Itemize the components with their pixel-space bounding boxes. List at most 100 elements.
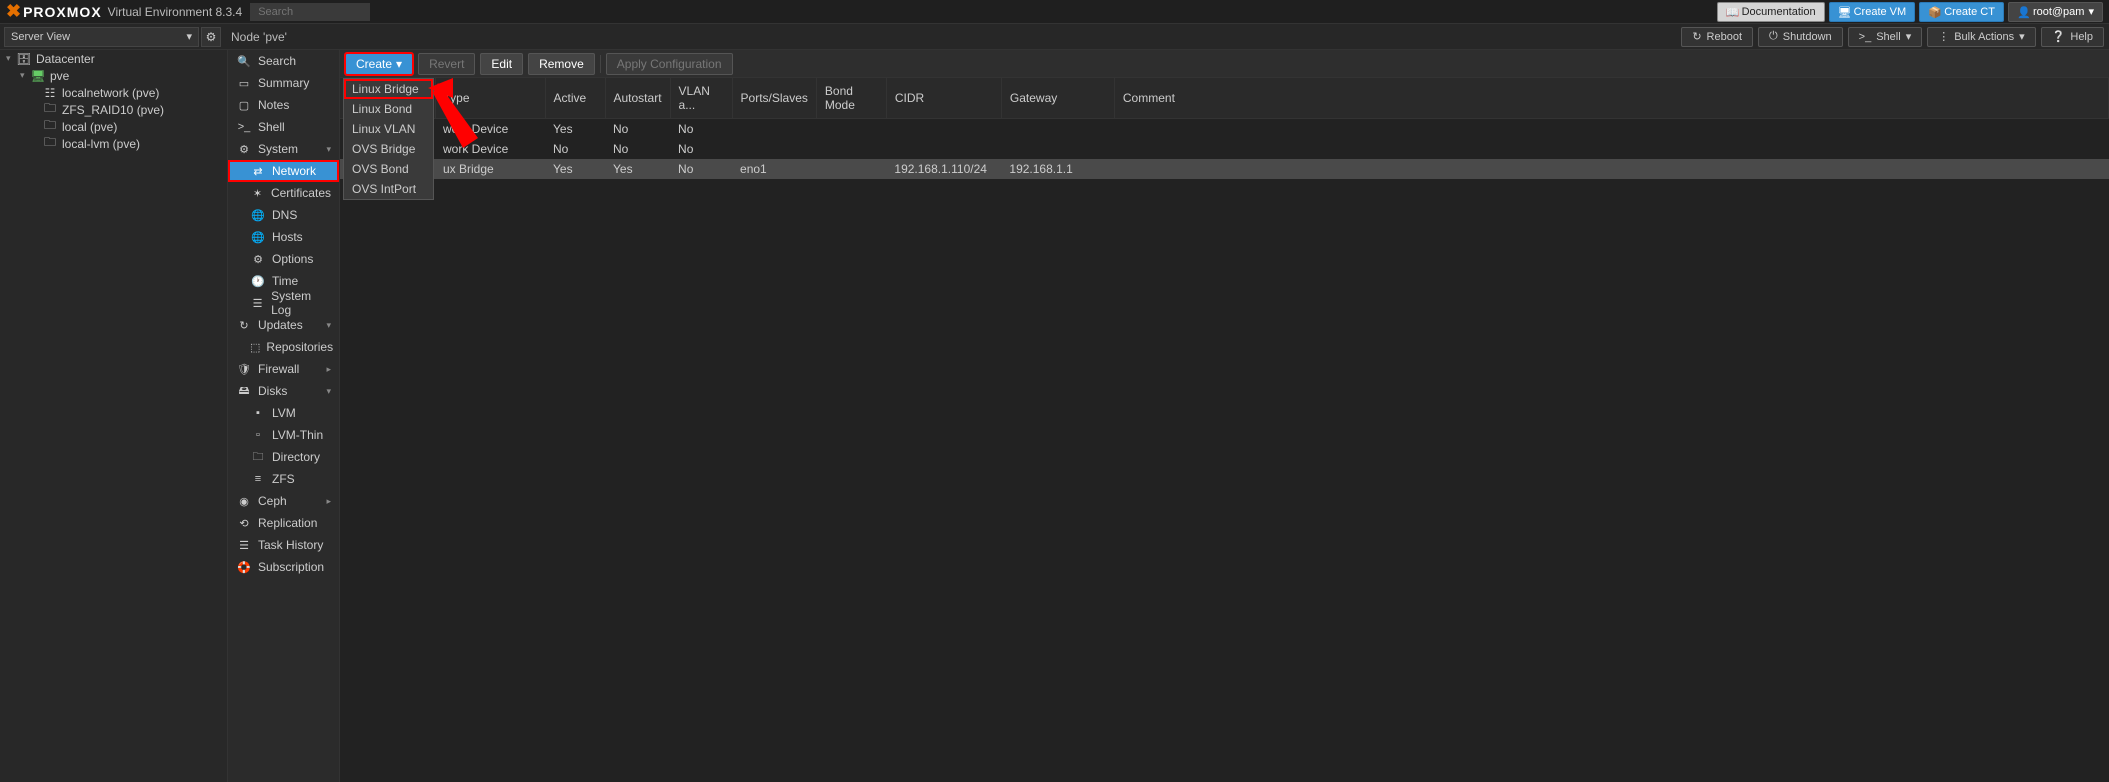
create-vm-button[interactable]: 🖥Create VM (1829, 2, 1916, 22)
folder-icon: 🗀 (250, 448, 266, 467)
col-cidr[interactable]: CIDR (886, 78, 1001, 119)
dropdown-linux-bridge[interactable]: Linux Bridge (344, 79, 433, 99)
book-icon: 📖 (1726, 6, 1738, 18)
col-autostart[interactable]: Autostart (605, 78, 670, 119)
col-vlan[interactable]: VLAN a... (670, 78, 732, 119)
tree-storage-local[interactable]: 🗀local (pve) (0, 118, 227, 135)
menu-syslog[interactable]: ☰System Log (228, 292, 339, 314)
menu-icon: ⋮ (1938, 30, 1949, 43)
tree-storage-zfs[interactable]: 🗀ZFS_RAID10 (pve) (0, 101, 227, 118)
create-ct-button[interactable]: 📦Create CT (1919, 2, 2004, 22)
table-row[interactable]: ux Bridge Yes Yes No eno1 192.168.1.110/… (340, 159, 2109, 179)
menu-subscription[interactable]: 🛟Subscription (228, 556, 339, 578)
menu-repositories[interactable]: ⬚Repositories (228, 336, 339, 358)
square-icon: ▪ (250, 407, 266, 419)
menu-notes[interactable]: ▢Notes (228, 94, 339, 116)
network-icon: ⇄ (250, 165, 266, 178)
menu-summary[interactable]: ▭Summary (228, 72, 339, 94)
globe-icon: 🌐 (250, 231, 266, 244)
revert-button[interactable]: Revert (418, 53, 475, 75)
tree-storage-localnetwork[interactable]: ☷localnetwork (pve) (0, 84, 227, 101)
chevron-down-icon: ▾ (326, 320, 331, 331)
collapse-icon[interactable]: ▾ (6, 53, 16, 64)
menu-zfs[interactable]: ≡ZFS (228, 468, 339, 490)
menu-dns[interactable]: 🌐DNS (228, 204, 339, 226)
dropdown-linux-bond[interactable]: Linux Bond (344, 99, 433, 119)
logo: ✖ PROXMOX (6, 1, 102, 22)
cube-icon: 📦 (1928, 6, 1940, 18)
tree-datacenter[interactable]: ▾🗄Datacenter (0, 50, 227, 67)
search-icon: 🔍 (236, 55, 252, 68)
list-icon: ☰ (236, 539, 252, 552)
menu-system[interactable]: ⚙System▾ (228, 138, 339, 160)
menu-options[interactable]: ⚙Options (228, 248, 339, 270)
collapse-icon[interactable]: ▾ (20, 70, 30, 81)
replication-icon: ⟲ (236, 517, 252, 530)
table-row[interactable]: work Device Yes No No (340, 119, 2109, 140)
help-button[interactable]: ❔Help (2041, 27, 2104, 47)
reboot-button[interactable]: ↻Reboot (1681, 27, 1753, 47)
shutdown-button[interactable]: ⏻Shutdown (1758, 27, 1843, 47)
documentation-button[interactable]: 📖Documentation (1717, 2, 1825, 22)
user-icon: 👤 (2017, 6, 2029, 18)
reboot-icon: ↻ (1692, 30, 1701, 43)
dropdown-ovs-intport[interactable]: OVS IntPort (344, 179, 433, 199)
gears-icon: ⚙ (236, 143, 252, 156)
table-header-row: Name Type Active Autostart VLAN a... Por… (340, 78, 2109, 119)
create-dropdown: Linux Bridge Linux Bond Linux VLAN OVS B… (343, 78, 434, 200)
menu-updates[interactable]: ↻Updates▾ (228, 314, 339, 336)
col-ports[interactable]: Ports/Slaves (732, 78, 816, 119)
notes-icon: ▢ (236, 99, 252, 112)
dropdown-linux-vlan[interactable]: Linux VLAN (344, 119, 433, 139)
terminal-icon: >_ (1859, 31, 1872, 43)
chevron-right-icon: ▸ (326, 496, 331, 507)
user-menu-button[interactable]: 👤root@pam ▾ (2008, 2, 2103, 22)
col-bond[interactable]: Bond Mode (816, 78, 886, 119)
list-icon: ☰ (250, 297, 265, 310)
view-settings-button[interactable]: ⚙ (201, 27, 221, 47)
view-selector[interactable]: Server View▾ (4, 27, 199, 47)
chevron-down-icon: ▾ (396, 57, 402, 71)
terminal-icon: >_ (236, 121, 252, 133)
box-icon: ⬚ (250, 341, 260, 354)
col-active[interactable]: Active (545, 78, 605, 119)
menu-disks[interactable]: 🖴Disks▾ (228, 380, 339, 402)
square-icon: ▫ (250, 429, 266, 441)
shell-button[interactable]: >_Shell ▾ (1848, 27, 1923, 47)
menu-search[interactable]: 🔍Search (228, 50, 339, 72)
bulk-actions-button[interactable]: ⋮Bulk Actions ▾ (1927, 27, 2035, 47)
tree-node-pve[interactable]: ▾🖥pve (0, 67, 227, 84)
dropdown-ovs-bond[interactable]: OVS Bond (344, 159, 433, 179)
monitor-icon: 🖥 (1838, 6, 1850, 18)
apply-config-button[interactable]: Apply Configuration (606, 53, 733, 75)
menu-lvmthin[interactable]: ▫LVM-Thin (228, 424, 339, 446)
menu-shell[interactable]: >_Shell (228, 116, 339, 138)
edit-button[interactable]: Edit (480, 53, 523, 75)
menu-firewall[interactable]: 🛡Firewall▸ (228, 358, 339, 380)
dropdown-ovs-bridge[interactable]: OVS Bridge (344, 139, 433, 159)
breadcrumb: Node 'pve' (231, 30, 287, 44)
menu-hosts[interactable]: 🌐Hosts (228, 226, 339, 248)
col-type[interactable]: Type (435, 78, 545, 119)
menu-network[interactable]: ⇄Network (228, 160, 339, 182)
tree-storage-local-lvm[interactable]: 🗀local-lvm (pve) (0, 135, 227, 152)
col-comment[interactable]: Comment (1114, 78, 2108, 119)
menu-directory[interactable]: 🗀Directory (228, 446, 339, 468)
network-icon: ☷ (42, 86, 58, 100)
menu-certificates[interactable]: ✶Certificates (228, 182, 339, 204)
sub-toolbar: Server View▾ ⚙ Node 'pve' ↻Reboot ⏻Shutd… (0, 24, 2109, 50)
support-icon: 🛟 (236, 561, 252, 574)
menu-ceph[interactable]: ◉Ceph▸ (228, 490, 339, 512)
chevron-down-icon: ▾ (1906, 30, 1912, 43)
gear-icon: ⚙ (206, 30, 217, 44)
menu-lvm[interactable]: ▪LVM (228, 402, 339, 424)
table-row[interactable]: work Device No No No (340, 139, 2109, 159)
remove-button[interactable]: Remove (528, 53, 595, 75)
menu-taskhistory[interactable]: ☰Task History (228, 534, 339, 556)
col-gateway[interactable]: Gateway (1001, 78, 1114, 119)
logo-icon: ✖ (6, 1, 21, 22)
search-input[interactable] (250, 3, 370, 21)
resource-tree: ▾🗄Datacenter ▾🖥pve ☷localnetwork (pve) 🗀… (0, 50, 228, 782)
menu-replication[interactable]: ⟲Replication (228, 512, 339, 534)
create-button[interactable]: Create ▾ (345, 53, 413, 75)
